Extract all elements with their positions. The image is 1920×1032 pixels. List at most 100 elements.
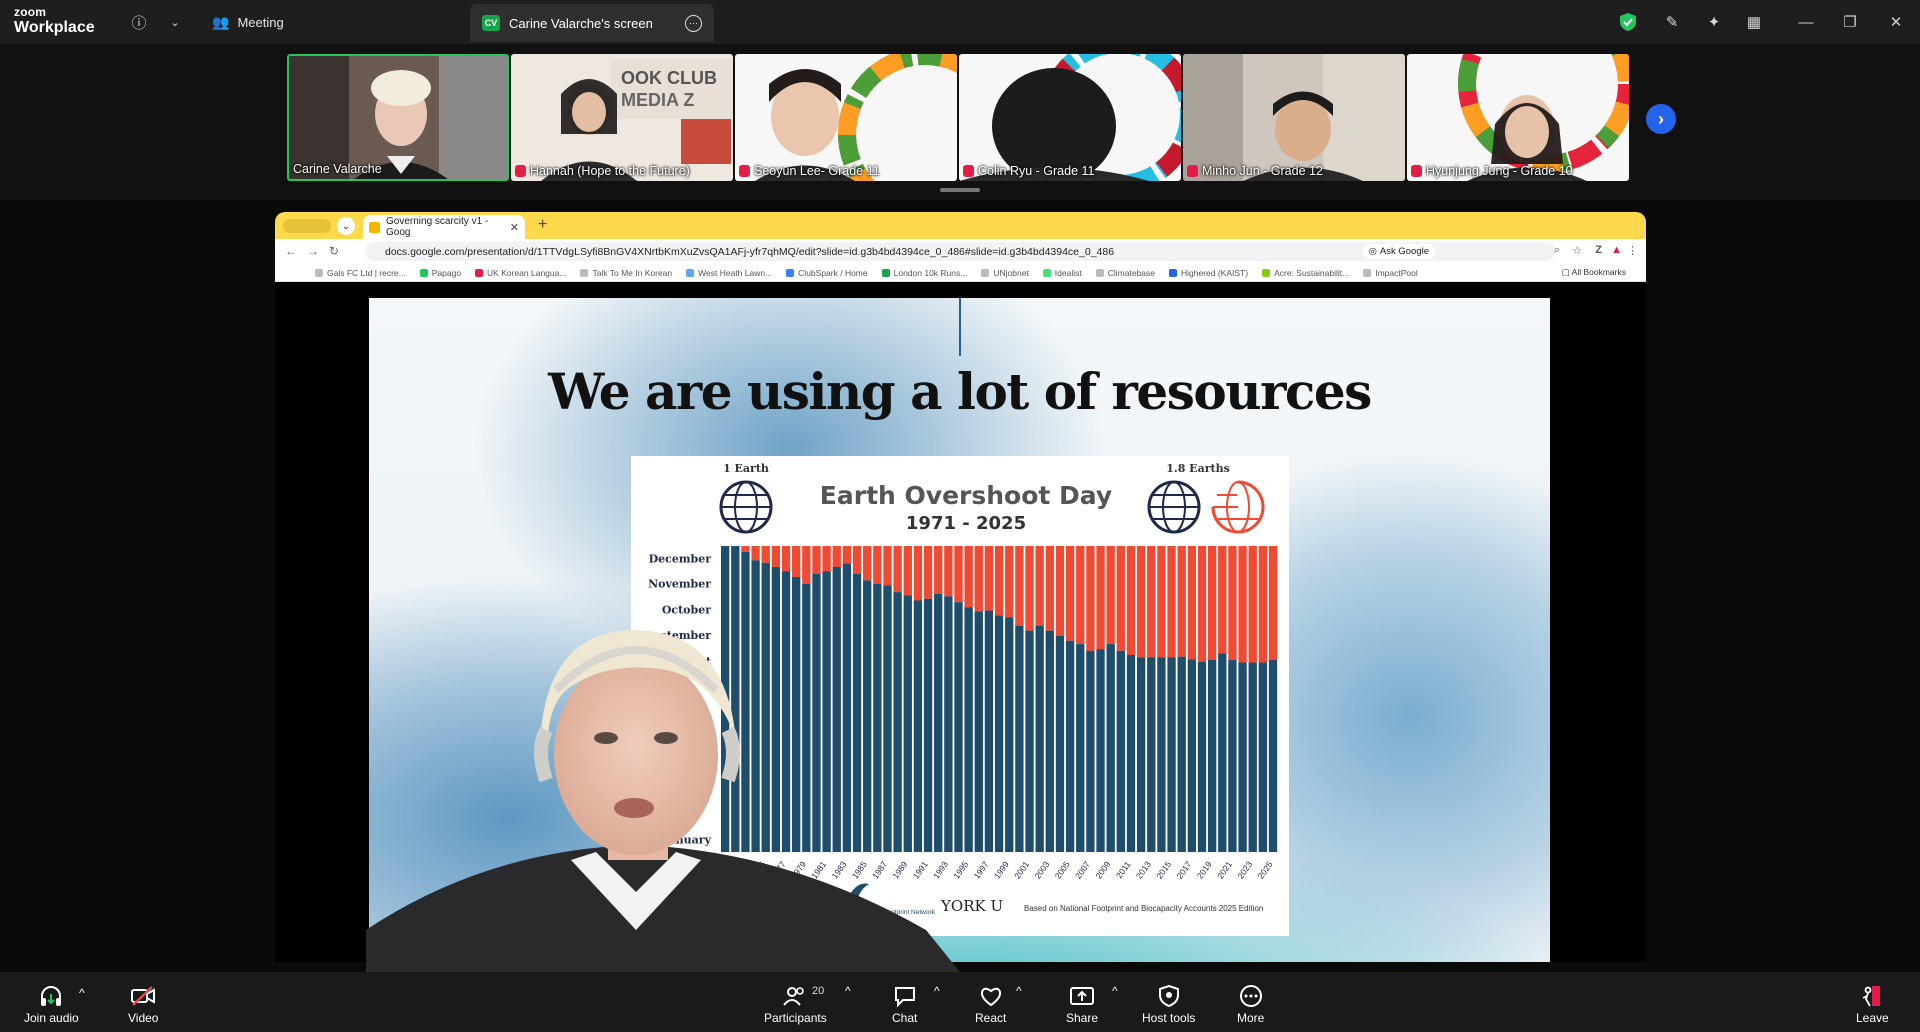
leave-button[interactable]: Leave — [1856, 984, 1889, 1025]
tab-shared-screen[interactable]: CV Carine Valarche's screen ··· — [470, 4, 714, 42]
bookmark-item[interactable]: Acre: Sustainabilit... — [1262, 268, 1349, 278]
overshoot-bar — [873, 546, 882, 584]
browser-tab[interactable]: Governing scarcity v1 - Goog ✕ — [363, 215, 525, 239]
overshoot-bar — [1065, 546, 1075, 641]
restore-icon[interactable]: ❐ — [1838, 10, 1862, 34]
close-icon[interactable]: ✕ — [1884, 10, 1908, 34]
overshoot-bar — [1268, 546, 1278, 661]
address-bar-row: ← → ↻ docs.google.com/presentation/d/1TT… — [275, 239, 1646, 264]
share-caret-icon[interactable]: ^ — [1112, 984, 1118, 998]
bookmark-item[interactable]: UNjobnet — [981, 268, 1029, 278]
view-grid-icon[interactable]: ▦ — [1743, 11, 1765, 33]
all-bookmarks-button[interactable]: ▢ All Bookmarks — [1562, 267, 1626, 278]
encryption-shield-icon[interactable] — [1617, 11, 1639, 33]
x-axis-year-label: 2009 — [1093, 859, 1112, 880]
video-tile[interactable]: Minho Jun - Grade 12 — [1183, 54, 1405, 181]
bookmark-star-icon[interactable]: ☆ — [1572, 244, 1582, 257]
bookmark-item[interactable]: Gals FC Ltd | recre... — [315, 268, 406, 278]
chevron-down-icon[interactable]: ⌄ — [164, 11, 186, 33]
audio-options-caret-icon[interactable]: ^ — [79, 986, 85, 1000]
slides-favicon-icon — [369, 221, 380, 233]
within-budget-bar — [1096, 649, 1105, 852]
x-axis-year-label: 2017 — [1174, 859, 1193, 880]
bookmark-item[interactable]: Talk To Me In Korean — [580, 268, 672, 278]
minimize-icon[interactable]: — — [1794, 10, 1818, 34]
chevron-down-icon[interactable]: ⌄ — [337, 217, 355, 235]
bookmark-item[interactable]: London 10k Runs... — [881, 268, 967, 278]
bookmark-item[interactable]: UK Korean Langua... — [475, 268, 566, 278]
within-budget-bar — [1187, 659, 1197, 852]
zoom-logo: zoom Workplace — [14, 6, 95, 36]
overshoot-bar — [761, 546, 770, 563]
svg-text:OOK CLUB: OOK CLUB — [621, 68, 717, 88]
overshoot-bar — [1025, 546, 1034, 631]
video-button[interactable]: Video — [128, 984, 158, 1025]
react-caret-icon[interactable]: ^ — [1016, 984, 1022, 998]
chart-subtitle: 1971 - 2025 — [906, 513, 1026, 534]
chat-button[interactable]: Chat — [892, 984, 917, 1025]
participant-video — [735, 54, 957, 181]
video-tile[interactable]: Hyunjung Jung - Grade 10 — [1407, 54, 1629, 181]
ask-google-button[interactable]: ◎ Ask Google — [1362, 244, 1435, 259]
host-tools-button[interactable]: Host tools — [1142, 984, 1195, 1025]
more-dots-icon — [1239, 984, 1263, 1008]
participant-video — [1407, 54, 1629, 181]
extension-z-icon[interactable]: Z — [1595, 244, 1602, 256]
video-tile[interactable]: Carine Valarche — [287, 54, 509, 181]
within-budget-bar — [1055, 635, 1065, 852]
within-budget-bar — [1147, 657, 1156, 852]
info-icon[interactable]: ⓘ — [128, 11, 150, 33]
overshoot-bar — [1015, 546, 1024, 626]
y-axis-month-label: December — [649, 553, 712, 566]
back-icon[interactable]: ← — [285, 244, 297, 258]
bookmark-item[interactable]: Idealist — [1042, 268, 1082, 278]
bookmark-item[interactable]: ClubSpark / Home — [786, 268, 868, 278]
bookmark-item[interactable]: West Heath Lawn... — [686, 268, 772, 278]
video-tile[interactable]: Colin Ryu - Grade 11 — [959, 54, 1181, 181]
ai-companion-icon[interactable]: ✦ — [1703, 11, 1725, 33]
chart-title: Earth Overshoot Day — [820, 481, 1112, 510]
tab-search-button[interactable] — [283, 219, 331, 233]
reload-icon[interactable]: ↻ — [329, 244, 339, 258]
overshoot-bar — [1055, 546, 1065, 636]
menu-dots-icon[interactable]: ⋮ — [1627, 244, 1638, 257]
new-tab-icon[interactable]: + — [538, 216, 547, 234]
x-axis-year-label: 2023 — [1235, 859, 1254, 880]
video-tile[interactable]: Seoyun Lee- Grade 11 — [735, 54, 957, 181]
bookmark-item[interactable]: ImpactPool — [1363, 268, 1418, 278]
footer-right: Based on National Footprint and Biocapac… — [1024, 904, 1263, 913]
join-audio-button[interactable]: Join audio — [24, 984, 79, 1025]
bookmark-item[interactable]: Climatebase — [1095, 268, 1155, 278]
overshoot-bar — [1005, 546, 1014, 618]
next-page-button[interactable]: › — [1646, 104, 1676, 134]
share-screen-icon — [1069, 984, 1095, 1008]
within-budget-bar — [1025, 630, 1034, 852]
close-tab-icon[interactable]: ✕ — [510, 221, 519, 234]
overshoot-bar — [781, 546, 791, 572]
bookmark-item[interactable]: Papago — [419, 268, 461, 278]
share-button[interactable]: Share — [1066, 984, 1098, 1025]
overshoot-bar — [822, 546, 831, 572]
zoom-magnifier-icon[interactable]: ⌕ — [1554, 244, 1560, 257]
within-budget-bar — [1015, 625, 1024, 852]
overshoot-bar — [1096, 546, 1105, 650]
bookmark-item[interactable]: Highered (KAIST) — [1168, 268, 1248, 278]
tab-meeting[interactable]: 👥 Meeting — [212, 8, 284, 36]
more-options-icon[interactable]: ··· — [685, 14, 702, 32]
chat-caret-icon[interactable]: ^ — [934, 984, 940, 998]
participant-name: Colin Ryu - Grade 11 — [963, 164, 1095, 178]
video-tile[interactable]: OOK CLUB MEDIA Z Hannah (Hope to the Fut… — [511, 54, 733, 181]
participants-count-badge: 20 — [812, 985, 825, 997]
url-field[interactable]: docs.google.com/presentation/d/1TTVdgLSy… — [365, 242, 1555, 261]
participants-caret-icon[interactable]: ^ — [845, 984, 851, 998]
react-button[interactable]: React — [975, 984, 1006, 1025]
within-budget-bar — [1106, 644, 1115, 852]
annotate-icon[interactable]: ✎ — [1661, 11, 1683, 33]
strip-resize-handle[interactable] — [940, 188, 980, 192]
forward-icon[interactable]: → — [307, 244, 319, 258]
more-button[interactable]: More — [1237, 984, 1264, 1025]
overshoot-bar — [832, 546, 841, 567]
extension-tp-icon[interactable]: ▲ — [1611, 244, 1622, 256]
overshoot-bar — [913, 546, 923, 601]
brand-bottom: Workplace — [14, 19, 95, 36]
